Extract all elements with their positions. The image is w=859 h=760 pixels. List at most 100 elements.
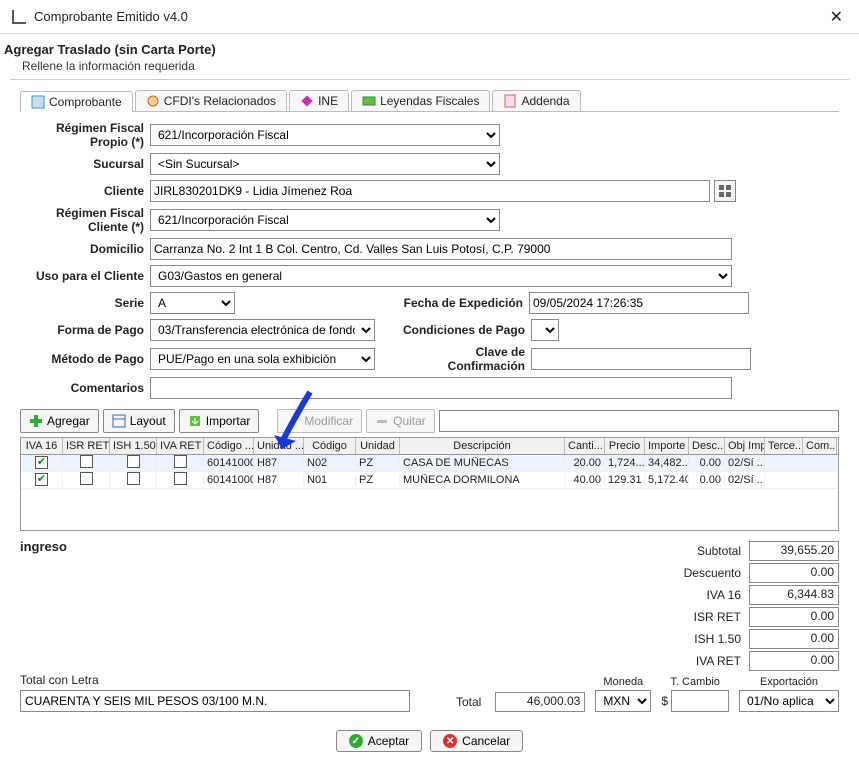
totalletra-input[interactable]	[20, 690, 410, 712]
agregar-button[interactable]: Agregar	[20, 409, 99, 433]
descuento-value: 0.00	[749, 563, 839, 583]
link-icon	[146, 94, 160, 108]
remove-icon	[375, 414, 389, 428]
moneda-select[interactable]: MXN	[595, 690, 651, 712]
regimen-cliente-label: Régimen Fiscal Cliente (*)	[20, 206, 150, 234]
ivaret-label: IVA RET	[649, 654, 749, 668]
domicilio-input[interactable]	[150, 238, 732, 260]
subtotal-value: 39,655.20	[749, 541, 839, 561]
table-row[interactable]: 60141000H87N01PZMUÑECA DORMILONA40.00129…	[21, 472, 838, 489]
tcambio-prefix: $	[661, 694, 668, 708]
close-icon[interactable]: ✕	[826, 7, 847, 27]
fecha-input[interactable]	[529, 292, 749, 314]
col-objimp[interactable]: Obj Imp	[725, 438, 765, 454]
tag-icon	[362, 94, 376, 108]
clave-label: Clave de Confirmación	[401, 345, 531, 373]
tab-cfdis[interactable]: CFDI's Relacionados	[135, 90, 287, 111]
edit-icon	[286, 414, 300, 428]
col-unidad[interactable]: Unidad	[356, 438, 400, 454]
col-ivaret[interactable]: IVA RET	[157, 438, 204, 454]
total-value: 46,000.03	[495, 692, 585, 712]
regimen-cliente-select[interactable]: 621/Incorporación Fiscal	[150, 209, 500, 231]
cancelar-button[interactable]: ✕Cancelar	[430, 730, 523, 752]
uso-label: Uso para el Cliente	[20, 269, 150, 283]
layout-icon	[112, 414, 126, 428]
check-icon: ✓	[349, 734, 363, 748]
col-desc[interactable]: Descripción	[400, 438, 565, 454]
cond-select[interactable]	[531, 319, 559, 341]
plus-icon	[29, 414, 43, 428]
regimen-propio-select[interactable]: 621/Incorporación Fiscal	[150, 124, 500, 146]
cliente-lookup-button[interactable]	[714, 180, 736, 202]
cliente-label: Cliente	[20, 184, 150, 198]
serie-label: Serie	[20, 296, 150, 310]
moneda-label: Moneda	[595, 676, 651, 688]
subtotal-label: Subtotal	[649, 544, 749, 558]
col-precio[interactable]: Precio	[605, 438, 645, 454]
regimen-propio-label: Régimen Fiscal Propio (*)	[20, 121, 150, 149]
tab-bar: Comprobante CFDI's Relacionados INE Leye…	[0, 80, 859, 111]
sucursal-select[interactable]: <Sin Sucursal>	[150, 153, 500, 175]
ish-label: ISH 1.50	[649, 632, 749, 646]
grid-icon	[719, 185, 731, 197]
ivaret-value: 0.00	[749, 651, 839, 671]
serie-select[interactable]: A	[150, 292, 235, 314]
app-icon	[12, 10, 26, 24]
importar-button[interactable]: Importar	[179, 409, 260, 433]
total-label: Total	[439, 695, 489, 709]
window-title: Comprobante Emitido v4.0	[34, 9, 826, 24]
totalletra-label: Total con Letra	[20, 673, 410, 687]
tcambio-label: T. Cambio	[661, 676, 729, 688]
col-iva16[interactable]: IVA 16	[21, 438, 63, 454]
grid-filter-input[interactable]	[439, 410, 839, 432]
cond-label: Condiciones de Pago	[401, 323, 531, 337]
tcambio-input[interactable]	[671, 690, 729, 712]
iva16-value: 6,344.83	[749, 585, 839, 605]
tab-ine[interactable]: INE	[289, 90, 349, 111]
iva16-label: IVA 16	[649, 588, 749, 602]
metodo-select[interactable]: PUE/Pago en una sola exhibición	[150, 348, 375, 370]
col-cant[interactable]: Canti...	[565, 438, 605, 454]
cliente-input[interactable]	[150, 180, 710, 202]
aceptar-button[interactable]: ✓Aceptar	[336, 730, 422, 752]
tab-leyendas[interactable]: Leyendas Fiscales	[351, 90, 490, 111]
layout-button[interactable]: Layout	[103, 409, 175, 433]
domicilio-label: Domicilio	[20, 242, 150, 256]
isrret-label: ISR RET	[649, 610, 749, 624]
col-codigo[interactable]: Código	[304, 438, 356, 454]
export-select[interactable]: 01/No aplica	[739, 690, 839, 712]
tab-addenda[interactable]: Addenda	[492, 90, 580, 111]
col-com[interactable]: Com...	[803, 438, 837, 454]
quitar-button: Quitar	[366, 409, 435, 433]
col-terc[interactable]: Terce...	[765, 438, 803, 454]
metodo-label: Método de Pago	[20, 352, 150, 366]
descuento-label: Descuento	[649, 566, 749, 580]
isrret-value: 0.00	[749, 607, 839, 627]
col-codigosat[interactable]: Código ...	[204, 438, 254, 454]
forma-label: Forma de Pago	[20, 323, 150, 337]
page-hint: Rellene la información requerida	[0, 59, 859, 79]
col-isrret[interactable]: ISR RET	[63, 438, 110, 454]
import-icon	[188, 414, 202, 428]
items-grid: IVA 16 ISR RET ISH 1.50 IVA RET Código .…	[20, 437, 839, 531]
table-row[interactable]: 60141000H87N02PZCASA DE MUÑECAS20.001,72…	[21, 455, 838, 472]
diamond-icon	[300, 94, 314, 108]
col-ish[interactable]: ISH 1.50	[110, 438, 157, 454]
forma-select[interactable]: 03/Transferencia electrónica de fondos	[150, 319, 375, 341]
tab-comprobante[interactable]: Comprobante	[20, 91, 133, 112]
x-icon: ✕	[443, 734, 457, 748]
ingreso-label: ingreso	[20, 539, 649, 554]
sucursal-label: Sucursal	[20, 157, 150, 171]
modificar-button: Modificar	[277, 409, 362, 433]
col-unidadsat[interactable]: Unidad ...	[254, 438, 304, 454]
fecha-label: Fecha de Expedición	[261, 296, 529, 310]
uso-select[interactable]: G03/Gastos en general	[150, 265, 732, 287]
comentarios-input[interactable]	[150, 377, 732, 399]
col-importe[interactable]: Importe	[645, 438, 689, 454]
ish-value: 0.00	[749, 629, 839, 649]
form-icon	[31, 95, 45, 109]
comentarios-label: Comentarios	[20, 381, 150, 395]
col-descu[interactable]: Desc...	[689, 438, 725, 454]
doc-icon	[503, 94, 517, 108]
clave-input[interactable]	[531, 348, 751, 370]
